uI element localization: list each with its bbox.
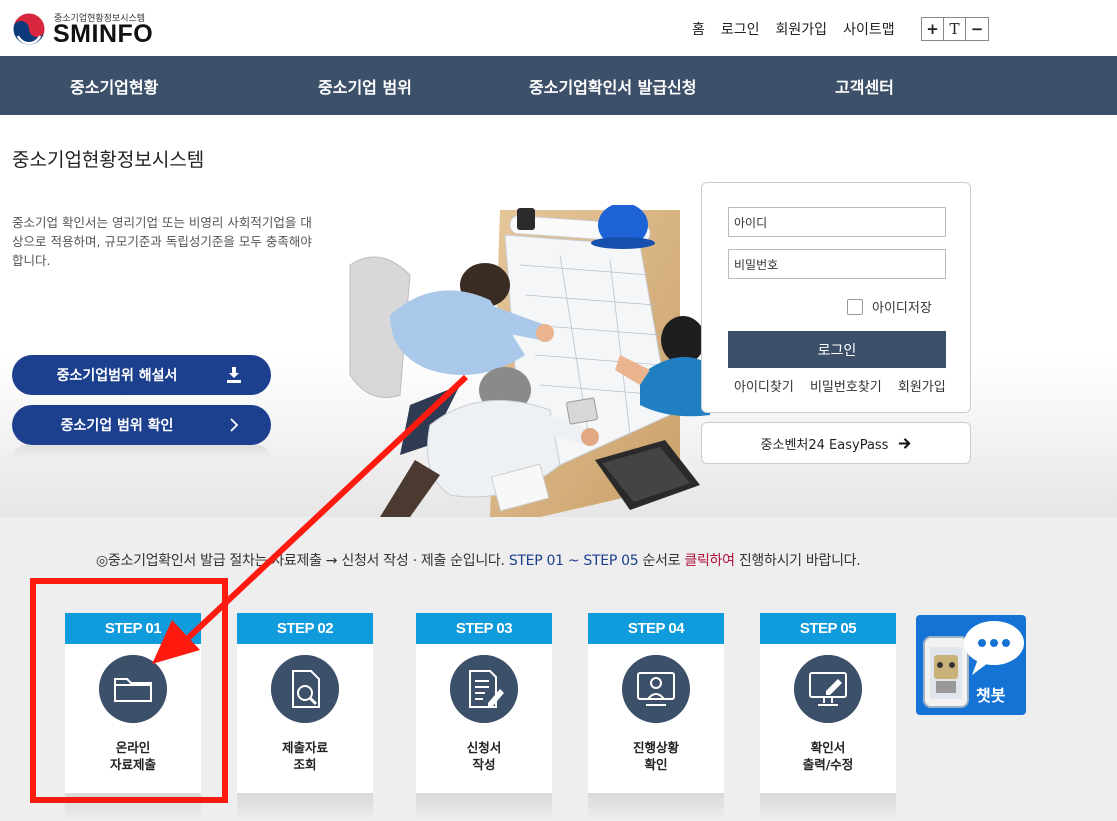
card-shadow <box>760 793 896 821</box>
step-05-header: STEP 05 <box>760 613 896 644</box>
step-05-label: 확인서 출력/수정 <box>760 739 896 773</box>
logo[interactable]: 중소기업현황정보시스템 SMINFO <box>12 9 172 49</box>
chatbot-button[interactable]: 챗봇 <box>916 615 1026 715</box>
document-search-icon <box>271 655 339 723</box>
id-input[interactable]: 아이디 <box>728 207 946 237</box>
step-04-line2: 확인 <box>644 757 668 772</box>
step-03-card[interactable]: STEP 03 신청서 작성 <box>416 613 552 793</box>
button-reflection <box>12 445 271 459</box>
font-decrease-button[interactable]: − <box>966 18 988 40</box>
password-input[interactable]: 비밀번호 <box>728 249 946 279</box>
step-02-line2: 조회 <box>293 757 317 772</box>
font-reset-button[interactable]: T <box>944 18 966 40</box>
step-04-label: 진행상황 확인 <box>588 739 724 773</box>
sitemap-link[interactable]: 사이트맵 <box>843 19 895 39</box>
signup-link[interactable]: 회원가입 <box>776 19 828 39</box>
step-03-line1: 신청서 <box>466 740 502 755</box>
font-size-controls: + T − <box>921 17 989 41</box>
card-shadow <box>237 793 373 821</box>
login-button[interactable]: 로그인 <box>728 331 946 368</box>
nav-item-sme-scope[interactable]: 중소기업 범위 <box>318 74 412 98</box>
sme-scope-check-button[interactable]: 중소기업 범위 확인 <box>12 405 271 445</box>
page-title: 중소기업현황정보시스템 <box>12 149 205 171</box>
login-links: 아이디찾기 비밀번호찾기 회원가입 <box>734 376 958 395</box>
notice-text-1: ◎중소기업확인서 발급 절차는 자료제출 → 신청서 작성 · 제출 순입니다. <box>96 553 509 569</box>
top-links: 홈 로그인 회원가입 사이트맵 <box>692 19 911 39</box>
notice-text-2: 순서로 <box>638 553 685 569</box>
save-id-checkbox[interactable]: 아이디저장 <box>847 297 932 316</box>
step-05-line1: 확인서 <box>810 740 846 755</box>
step-05-card[interactable]: STEP 05 확인서 출력/수정 <box>760 613 896 793</box>
step-04-card[interactable]: STEP 04 진행상황 확인 <box>588 613 724 793</box>
font-increase-button[interactable]: + <box>922 18 944 40</box>
checkbox-box[interactable] <box>847 298 863 315</box>
document-edit-icon <box>450 655 518 723</box>
sme-guide-download-button[interactable]: 중소기업범위 해설서 <box>12 355 271 395</box>
notice-step-range: STEP 01 ~ STEP 05 <box>508 553 639 569</box>
step-03-line2: 작성 <box>472 757 496 772</box>
nav-item-sme-status[interactable]: 중소기업현황 <box>70 74 158 98</box>
easypass-button[interactable]: 중소벤처24 EasyPass <box>701 422 971 464</box>
print-edit-icon <box>794 655 862 723</box>
process-notice: ◎중소기업확인서 발급 절차는 자료제출 → 신청서 작성 · 제출 순입니다.… <box>96 550 861 570</box>
nav-item-customer-center[interactable]: 고객센터 <box>835 74 894 98</box>
chatbot-label: 챗봇 <box>976 686 1006 705</box>
step-03-header: STEP 03 <box>416 613 552 644</box>
find-id-link[interactable]: 아이디찾기 <box>734 380 794 395</box>
step-02-line1: 제출자료 <box>281 740 328 755</box>
hero-description: 중소기업 확인서는 영리기업 또는 비영리 사회적기업을 대상으로 적용하며, … <box>12 215 312 268</box>
taegeuk-logo-icon <box>12 12 46 46</box>
notice-text-3: 진행하시기 바랍니다. <box>734 553 861 569</box>
card-shadow <box>416 793 552 821</box>
top-bar: 중소기업현황정보시스템 SMINFO 홈 로그인 회원가입 사이트맵 + T − <box>0 0 1117 56</box>
login-panel: 아이디 비밀번호 아이디저장 로그인 아이디찾기 비밀번호찾기 회원가입 <box>701 182 971 413</box>
hero-section: 중소기업현황정보시스템 중소기업 확인서는 영리기업 또는 비영리 사회적기업을… <box>0 115 1117 517</box>
main-nav: 중소기업현황 중소기업 범위 중소기업확인서 발급신청 고객센터 <box>0 56 1117 115</box>
step-02-header: STEP 02 <box>237 613 373 644</box>
find-password-link[interactable]: 비밀번호찾기 <box>810 380 882 395</box>
save-id-label: 아이디저장 <box>872 301 932 316</box>
sme-guide-label: 중소기업범위 해설서 <box>56 368 178 384</box>
download-icon <box>227 367 241 383</box>
status-monitor-icon <box>622 655 690 723</box>
nav-item-certificate-apply[interactable]: 중소기업확인서 발급신청 <box>529 74 697 98</box>
chevron-right-icon <box>230 418 239 432</box>
step-05-line2: 출력/수정 <box>802 757 854 772</box>
step-02-card[interactable]: STEP 02 제출자료 조회 <box>237 613 373 793</box>
step-03-label: 신청서 작성 <box>416 739 552 773</box>
chatbot-robot-icon <box>923 621 1024 708</box>
arrow-right-icon <box>899 437 912 449</box>
home-link[interactable]: 홈 <box>692 19 705 39</box>
step-04-header: STEP 04 <box>588 613 724 644</box>
sme-scope-check-label: 중소기업 범위 확인 <box>60 418 174 434</box>
logo-title: SMINFO <box>53 20 154 48</box>
step-02-label: 제출자료 조회 <box>237 739 373 773</box>
step-04-line1: 진행상황 <box>632 740 679 755</box>
signup-link-login[interactable]: 회원가입 <box>898 380 946 395</box>
card-shadow <box>588 793 724 821</box>
login-link[interactable]: 로그인 <box>721 19 760 39</box>
hero-meeting-photo <box>349 205 710 517</box>
annotation-highlight-box <box>30 578 228 803</box>
easypass-label: 중소벤처24 EasyPass <box>760 437 889 453</box>
notice-click-emphasis: 클릭하여 <box>684 553 735 569</box>
